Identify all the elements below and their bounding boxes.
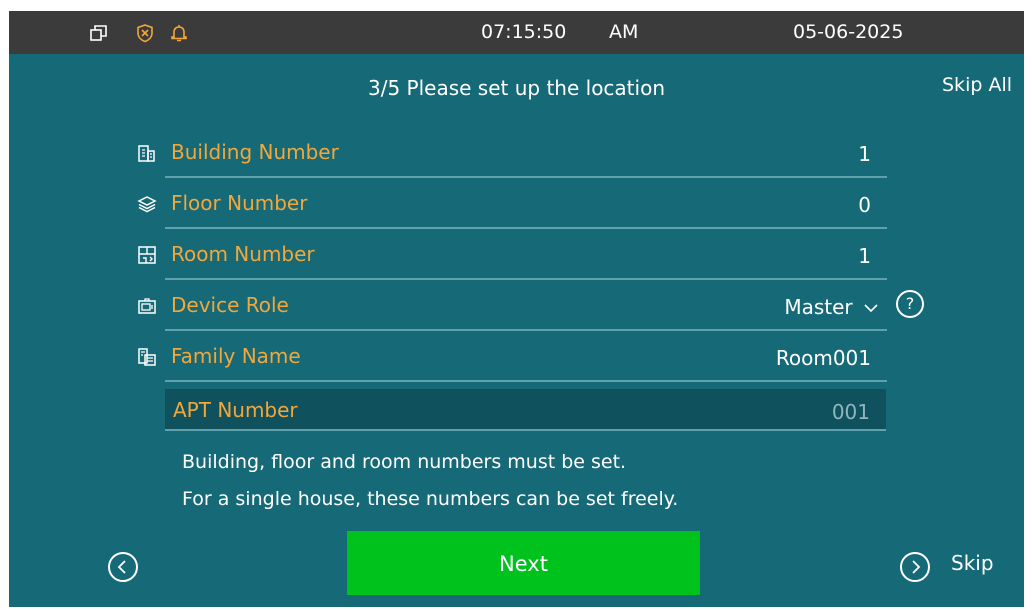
page-title: 3/5 Please set up the location (368, 76, 665, 100)
device-icon (138, 298, 156, 314)
room-icon (138, 246, 156, 264)
status-time: 07:15:50 (481, 21, 567, 43)
device-role-underline (165, 329, 887, 331)
bell-icon[interactable] (169, 23, 189, 43)
floor-number-label: Floor Number (171, 191, 308, 215)
apt-number-value[interactable]: 001 (832, 400, 870, 424)
hint-line-2: For a single house, these numbers can be… (182, 488, 679, 510)
help-icon[interactable]: ? (896, 290, 924, 318)
building-icon (138, 145, 155, 162)
room-number-row[interactable]: Room Number 1 (127, 230, 887, 280)
back-button[interactable] (108, 552, 138, 582)
apt-number-underline (165, 429, 886, 431)
setup-screen: 07:15:50 AM 05-06-2025 3/5 Please set up… (9, 11, 1024, 607)
skip-button[interactable]: Skip (951, 551, 994, 575)
status-bar: 07:15:50 AM 05-06-2025 (9, 11, 1024, 54)
family-name-value[interactable]: Room001 (776, 346, 871, 370)
skip-all-button[interactable]: Skip All (942, 74, 1012, 96)
device-role-value: Master (784, 295, 853, 319)
family-name-label: Family Name (171, 344, 301, 368)
next-button[interactable]: Next (347, 531, 700, 595)
room-number-label: Room Number (171, 242, 315, 266)
device-role-label: Device Role (171, 293, 289, 317)
device-role-row[interactable]: Device Role Master (127, 281, 887, 331)
window-restore-icon[interactable] (89, 23, 109, 43)
layers-icon (137, 196, 157, 213)
room-number-value[interactable]: 1 (858, 244, 871, 268)
chevron-down-icon (864, 304, 878, 313)
floor-number-row[interactable]: Floor Number 0 (127, 179, 887, 229)
building-number-row[interactable]: Building Number 1 (127, 128, 887, 178)
floor-number-underline (165, 227, 887, 229)
room-number-underline (165, 278, 887, 280)
hint-line-1: Building, floor and room numbers must be… (182, 451, 627, 473)
building-number-underline (165, 176, 887, 178)
family-name-row[interactable]: Family Name Room001 (127, 332, 887, 382)
chevron-right-icon (912, 560, 921, 574)
device-role-select[interactable]: Master (784, 295, 879, 319)
family-name-underline (165, 380, 887, 382)
apt-number-row[interactable]: APT Number 001 (165, 389, 886, 431)
family-icon (138, 348, 156, 366)
chevron-left-icon (117, 560, 126, 574)
apt-number-label: APT Number (173, 398, 298, 422)
shield-x-icon[interactable] (135, 23, 155, 43)
building-number-value[interactable]: 1 (858, 142, 871, 166)
skip-arrow-button[interactable] (900, 552, 930, 582)
floor-number-value[interactable]: 0 (858, 193, 871, 217)
building-number-label: Building Number (171, 140, 339, 164)
status-date: 05-06-2025 (793, 21, 904, 43)
status-meridiem: AM (609, 21, 639, 43)
